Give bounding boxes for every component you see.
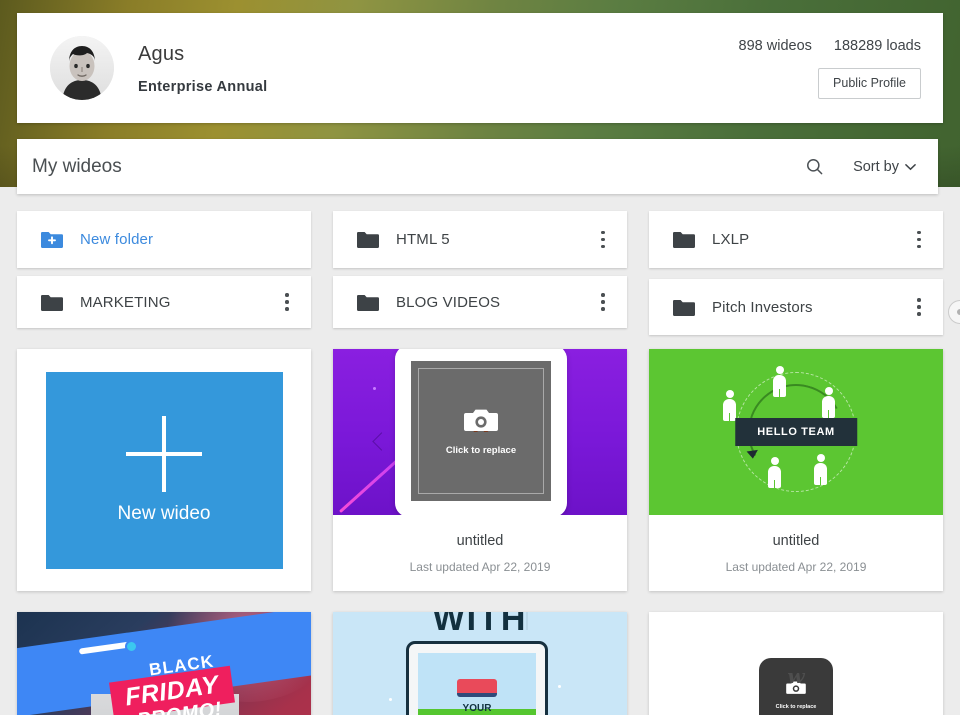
video-thumbnail: w Click to replace: [333, 349, 627, 515]
video-updated: Last updated Apr 22, 2019: [410, 560, 551, 574]
person-icon: [814, 454, 827, 485]
headline-text: WITH: [433, 612, 528, 639]
folder-label: Pitch Investors: [712, 299, 813, 316]
watermark-logo-icon: w: [787, 664, 804, 688]
video-thumbnail: BLACK FRIDAY PROMO!: [17, 612, 311, 715]
profile-stats-block: 898 wideos 188289 loads Public Profile: [739, 38, 921, 99]
sort-by-label: Sort by: [853, 159, 899, 175]
profile-text-block: Agus Enterprise Annual: [138, 42, 267, 95]
search-icon[interactable]: [799, 152, 829, 182]
chevron-left-decoration: [372, 432, 390, 450]
video-card[interactable]: w Click to replace untitled Las: [333, 349, 627, 591]
plus-icon: [126, 416, 202, 492]
kebab-menu-icon[interactable]: [909, 229, 929, 251]
chevron-down-icon: [905, 163, 916, 171]
video-grid-row-second: BLACK FRIDAY PROMO! WITH YOUR BU: [0, 612, 960, 715]
decorative-dot: [558, 685, 561, 688]
toolbar-actions: Sort by: [799, 152, 938, 182]
kebab-menu-icon[interactable]: [909, 296, 929, 318]
photo-placeholder: w Click to replace: [411, 361, 551, 501]
folder-card-marketing[interactable]: MARKETING: [17, 276, 311, 328]
folder-label: LXLP: [712, 231, 749, 248]
video-thumbnail: WITH YOUR BUSINESS: [333, 612, 627, 715]
folder-card-pitch-investors[interactable]: Pitch Investors: [649, 279, 943, 335]
thumbnail-caption: Click to replace: [446, 445, 516, 456]
folder-row-first: New folder HTML 5 LXLP: [0, 211, 960, 268]
folder-plus-icon: [41, 231, 63, 248]
person-icon: [822, 387, 835, 418]
person-icon: [773, 366, 786, 397]
logo-placeholder: w Click to replace Your logo: [759, 658, 833, 715]
video-title: untitled: [773, 533, 820, 549]
video-card[interactable]: HELLO TEAM untitled Last updated Apr 22,…: [649, 349, 943, 591]
video-thumbnail: w Click to replace Your logo: [649, 612, 943, 715]
thumbnail-caption: Click to replace: [776, 704, 817, 710]
folder-icon: [673, 299, 695, 316]
kebab-menu-icon[interactable]: [593, 291, 613, 313]
video-meta: untitled Last updated Apr 22, 2019: [649, 515, 943, 591]
video-title: untitled: [457, 533, 504, 549]
bus-illustration: [457, 679, 497, 697]
kebab-menu-icon[interactable]: [277, 291, 297, 313]
video-grid-row-first: New wideo w: [0, 349, 960, 591]
laptop-illustration: YOUR BUSINESS: [406, 641, 548, 715]
video-card[interactable]: WITH YOUR BUSINESS: [333, 612, 627, 715]
folder-card-html5[interactable]: HTML 5: [333, 211, 627, 268]
person-icon: [768, 457, 781, 488]
profile-name: Agus: [138, 42, 267, 66]
folder-card-lxlp[interactable]: LXLP: [649, 211, 943, 268]
profile-plan: Enterprise Annual: [138, 79, 267, 95]
new-wideo-label: New wideo: [118, 503, 211, 525]
folder-icon: [357, 294, 379, 311]
sort-by-dropdown[interactable]: Sort by: [853, 159, 916, 175]
folder-icon: [673, 231, 695, 248]
decorative-dot: [389, 698, 392, 701]
new-wideo-tile: New wideo: [46, 372, 283, 569]
library-toolbar: My wideos Sort by: [17, 139, 938, 194]
new-folder-label: New folder: [80, 231, 153, 248]
new-folder-card[interactable]: New folder: [17, 211, 311, 268]
stat-loads: 188289 loads: [834, 38, 921, 54]
page-root: Agus Enterprise Annual 898 wideos 188289…: [0, 0, 960, 715]
avatar: [50, 36, 114, 100]
page-title: My wideos: [32, 156, 122, 178]
video-card[interactable]: BLACK FRIDAY PROMO!: [17, 612, 311, 715]
public-profile-button[interactable]: Public Profile: [818, 68, 921, 99]
video-updated: Last updated Apr 22, 2019: [726, 560, 867, 574]
video-card[interactable]: w Click to replace Your logo: [649, 612, 943, 715]
video-meta: untitled Last updated Apr 22, 2019: [333, 515, 627, 591]
folder-icon: [41, 294, 63, 311]
profile-stats: 898 wideos 188289 loads: [739, 38, 921, 54]
folder-label: MARKETING: [80, 294, 171, 311]
folder-card-blog-videos[interactable]: BLOG VIDEOS: [333, 276, 627, 328]
folder-row-second: MARKETING BLOG VIDEOS Pitch Investors: [0, 276, 960, 335]
laptop-screen: YOUR BUSINESS: [418, 653, 536, 715]
kebab-menu-icon[interactable]: [593, 229, 613, 251]
hello-team-badge: HELLO TEAM: [735, 418, 857, 446]
stat-wideos: 898 wideos: [739, 38, 812, 54]
decorative-dot: [373, 387, 376, 390]
folder-icon: [357, 231, 379, 248]
video-thumbnail: HELLO TEAM: [649, 349, 943, 515]
screen-text: YOUR: [463, 703, 492, 714]
decorative-knob: [125, 640, 138, 653]
photo-placeholder-frame: w Click to replace: [395, 349, 567, 515]
person-icon: [723, 390, 736, 421]
folder-label: HTML 5: [396, 231, 450, 248]
profile-card: Agus Enterprise Annual 898 wideos 188289…: [17, 13, 943, 123]
folder-label: BLOG VIDEOS: [396, 294, 500, 311]
camera-icon: [464, 407, 498, 438]
new-wideo-card[interactable]: New wideo: [17, 349, 311, 591]
